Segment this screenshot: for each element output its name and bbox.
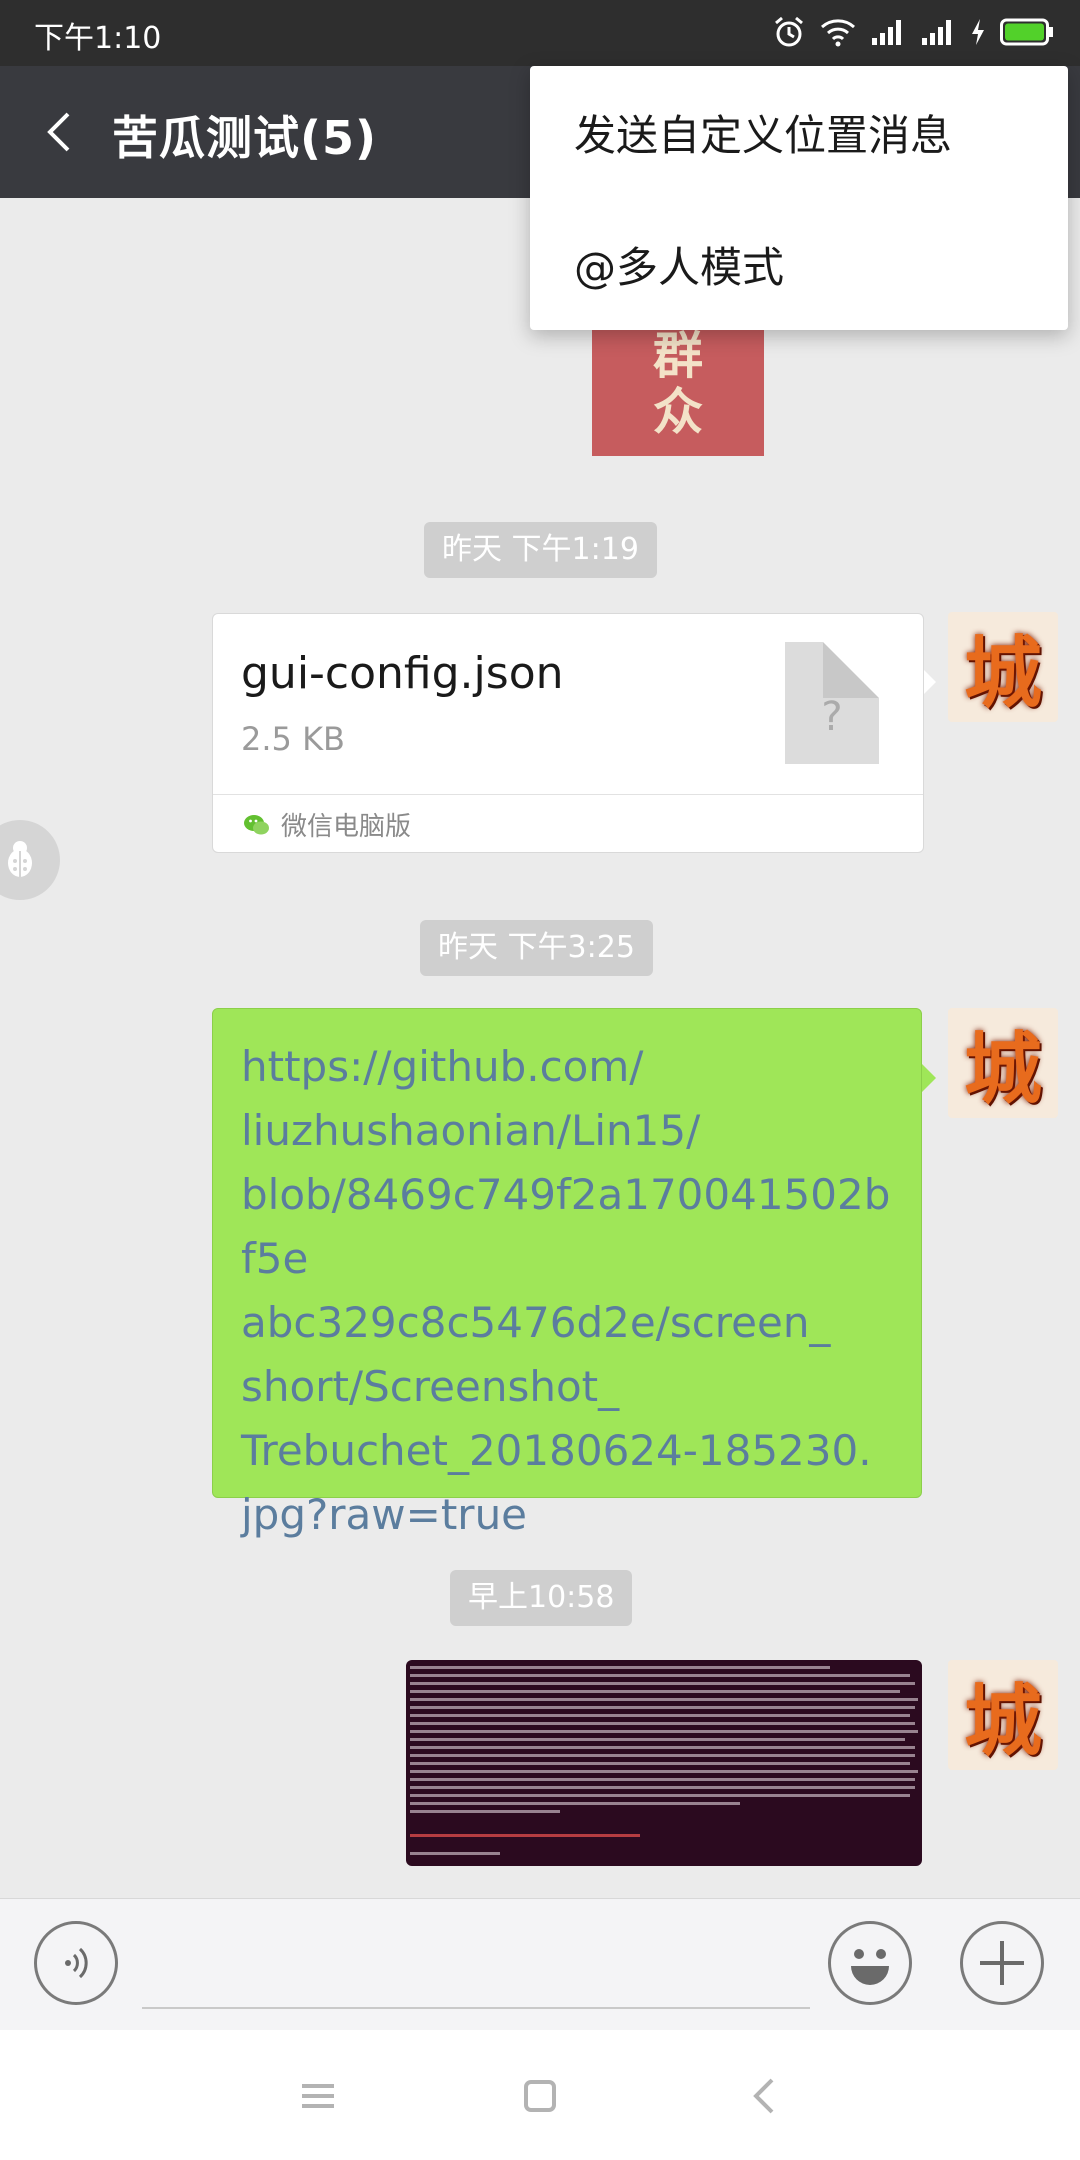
timestamp-chip: 昨天 下午1:19 — [424, 522, 657, 578]
wifi-icon — [821, 19, 855, 47]
terminal-line — [410, 1730, 918, 1733]
terminal-line — [410, 1778, 915, 1781]
terminal-line — [410, 1786, 915, 1789]
file-message-card[interactable]: gui-config.json 2.5 KB ? 微信电脑版 — [212, 613, 924, 853]
terminal-line — [410, 1802, 740, 1805]
emoji-button[interactable] — [828, 1921, 912, 2005]
nav-back-button[interactable] — [736, 2066, 796, 2126]
image-message[interactable] — [406, 1660, 922, 1866]
partial-image-char-2: 众 — [653, 383, 703, 441]
floating-debug-button[interactable] — [0, 820, 60, 900]
overflow-menu: 发送自定义位置消息 @多人模式 — [530, 66, 1068, 330]
menu-item-multi-mention[interactable]: @多人模式 — [574, 234, 784, 295]
avatar-char: 城 — [963, 1676, 1042, 1767]
terminal-line — [410, 1810, 560, 1813]
nav-home-button[interactable] — [510, 2066, 570, 2126]
message-input[interactable] — [142, 1925, 810, 2009]
bug-icon — [8, 841, 32, 877]
system-nav-bar — [0, 2030, 1080, 2160]
back-button[interactable] — [30, 100, 94, 164]
terminal-line — [410, 1834, 640, 1837]
partial-image-char-1: 群 — [653, 327, 703, 385]
alarm-icon — [775, 16, 803, 47]
voice-icon — [65, 1947, 88, 1979]
home-square-icon — [524, 2080, 556, 2112]
nav-menu-button[interactable] — [288, 2066, 348, 2126]
terminal-line — [410, 1754, 915, 1757]
menu-icon — [302, 2084, 334, 2108]
file-source-label: 微信电脑版 — [281, 812, 412, 842]
terminal-line — [410, 1746, 915, 1749]
battery-icon — [1000, 18, 1053, 46]
terminal-line — [410, 1852, 500, 1855]
page-title: 苦瓜测试(5) — [112, 111, 378, 165]
charging-icon — [972, 19, 984, 45]
partial-image-message[interactable]: 群 众 — [592, 324, 764, 456]
plus-icon — [980, 1941, 1024, 1985]
terminal-line — [410, 1770, 918, 1773]
file-size: 2.5 KB — [241, 720, 345, 758]
terminal-line — [410, 1698, 918, 1701]
terminal-line — [410, 1762, 910, 1765]
bubble-tail — [922, 1064, 936, 1092]
file-divider — [213, 794, 923, 795]
signal-icon-2 — [922, 20, 951, 45]
menu-item-send-custom-location[interactable]: 发送自定义位置消息 — [574, 102, 952, 163]
avatar-char: 城 — [963, 628, 1042, 719]
terminal-line — [410, 1690, 900, 1693]
avatar[interactable]: 城 — [948, 1660, 1058, 1770]
terminal-line — [410, 1738, 905, 1741]
terminal-line — [410, 1674, 910, 1677]
back-chevron-icon — [753, 2078, 774, 2114]
more-button[interactable] — [960, 1921, 1044, 2005]
file-fold-corner — [823, 642, 879, 698]
file-icon: ? — [785, 642, 879, 764]
file-name: gui-config.json — [241, 648, 564, 699]
file-unknown-glyph: ? — [821, 694, 843, 740]
avatar-char: 城 — [963, 1024, 1042, 1115]
terminal-line — [410, 1666, 830, 1669]
input-bar — [0, 1898, 1080, 2031]
signal-icon — [872, 20, 901, 45]
terminal-line — [410, 1682, 915, 1685]
text-message-bubble[interactable]: https://github.com/ liuzhushaonian/Lin15… — [212, 1008, 922, 1539]
status-bar: 下午1:10 — [0, 0, 1080, 66]
terminal-line — [410, 1714, 910, 1717]
terminal-line — [410, 1794, 910, 1797]
avatar[interactable]: 城 — [948, 1008, 1058, 1118]
terminal-line — [410, 1722, 915, 1725]
bubble-tail — [922, 668, 936, 696]
chat-area[interactable]: 群 众 昨天 下午1:19 城 gui-config.json 2.5 KB ?… — [0, 198, 1080, 1898]
timestamp-chip: 昨天 下午3:25 — [420, 920, 653, 976]
voice-button[interactable] — [34, 1921, 118, 2005]
timestamp-chip: 早上10:58 — [450, 1570, 633, 1626]
avatar[interactable]: 城 — [948, 612, 1058, 722]
status-time: 下午1:10 — [34, 21, 162, 56]
smiley-icon — [851, 1949, 889, 1985]
message-link-text[interactable]: https://github.com/ liuzhushaonian/Lin15… — [241, 1035, 893, 1547]
status-icons — [772, 14, 1054, 50]
wechat-icon — [244, 814, 269, 834]
terminal-line — [410, 1706, 915, 1709]
file-source: 微信电脑版 — [243, 806, 411, 843]
chevron-left-icon — [47, 112, 70, 152]
